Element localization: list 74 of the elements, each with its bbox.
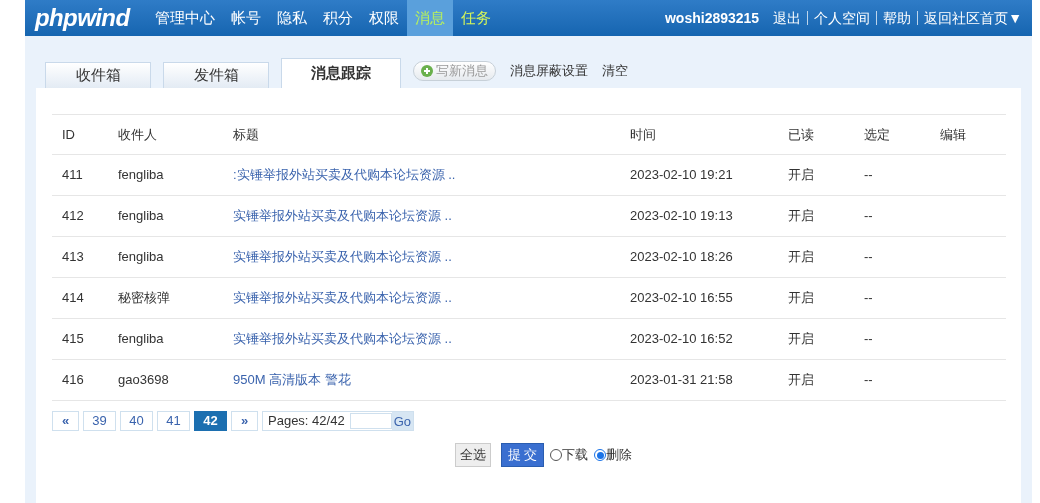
go-button[interactable]: Go bbox=[391, 412, 413, 430]
tab[interactable]: 消息跟踪 bbox=[281, 58, 401, 88]
table-cell: -- bbox=[854, 195, 930, 237]
table-cell: 413 bbox=[52, 236, 108, 278]
table-cell: 2023-02-10 16:55 bbox=[620, 277, 778, 319]
message-link[interactable]: 实锤举报外站买卖及代购本论坛资源 .. bbox=[233, 249, 452, 265]
tab-link[interactable]: 消息屏蔽设置 bbox=[510, 61, 588, 81]
page-button[interactable]: 41 bbox=[157, 411, 190, 431]
table-cell: fengliba bbox=[108, 154, 223, 196]
column-header: 时间 bbox=[620, 114, 778, 155]
column-header: ID bbox=[52, 114, 108, 155]
nav-link[interactable]: 帐号 bbox=[223, 0, 270, 36]
tab[interactable]: 收件箱 bbox=[45, 62, 151, 88]
page-button[interactable]: 40 bbox=[120, 411, 153, 431]
table-cell: 416 bbox=[52, 359, 108, 401]
table-cell: 开启 bbox=[778, 318, 854, 360]
submit-button[interactable]: 提 交 bbox=[500, 443, 545, 467]
page-button[interactable]: 42 bbox=[194, 411, 227, 431]
table-cell: 开启 bbox=[778, 154, 854, 196]
table-cell: 开启 bbox=[778, 236, 854, 278]
column-header: 编辑 bbox=[930, 114, 1006, 155]
column-header: 选定 bbox=[854, 114, 930, 155]
logo[interactable]: phpwind bbox=[35, 0, 130, 36]
table-cell: 414 bbox=[52, 277, 108, 319]
table-cell: 开启 bbox=[778, 277, 854, 319]
radio-option[interactable]: 下载 bbox=[550, 445, 589, 465]
table-cell: fengliba bbox=[108, 195, 223, 237]
tab[interactable]: 发件箱 bbox=[163, 62, 269, 88]
column-header: 已读 bbox=[778, 114, 854, 155]
header-link[interactable]: 退出 bbox=[773, 7, 802, 29]
column-header: 收件人 bbox=[108, 114, 223, 155]
header-link[interactable]: 返回社区首页▼ bbox=[924, 7, 1022, 29]
table-cell: 开启 bbox=[778, 195, 854, 237]
table-cell: 2023-01-31 21:58 bbox=[620, 359, 778, 401]
page-info: Pages: 42/42 bbox=[268, 412, 345, 431]
nav-link[interactable]: 权限 bbox=[361, 0, 408, 36]
table-cell: -- bbox=[854, 154, 930, 196]
table-cell: fengliba bbox=[108, 318, 223, 360]
table-cell: -- bbox=[854, 236, 930, 278]
table-cell: gao3698 bbox=[108, 359, 223, 401]
nav-link[interactable]: 管理中心 bbox=[147, 0, 224, 36]
header-link[interactable]: 个人空间 bbox=[814, 7, 871, 29]
message-link[interactable]: 实锤举报外站买卖及代购本论坛资源 .. bbox=[233, 208, 452, 224]
nav-link[interactable]: 隐私 bbox=[269, 0, 316, 36]
table-cell: -- bbox=[854, 277, 930, 319]
table-cell: 2023-02-10 18:26 bbox=[620, 236, 778, 278]
table-cell: 412 bbox=[52, 195, 108, 237]
message-link[interactable]: 实锤举报外站买卖及代购本论坛资源 .. bbox=[233, 331, 452, 347]
header-link[interactable]: 帮助 bbox=[883, 7, 912, 29]
page-button[interactable]: 39 bbox=[83, 411, 116, 431]
table-cell: 开启 bbox=[778, 359, 854, 401]
column-header: 标题 bbox=[223, 114, 620, 155]
plus-icon bbox=[421, 65, 433, 77]
nav-link[interactable]: 任务 bbox=[453, 0, 500, 36]
message-link[interactable]: :实锤举报外站买卖及代购本论坛资源 .. bbox=[233, 167, 456, 183]
table-cell: 2023-02-10 16:52 bbox=[620, 318, 778, 360]
tab-link[interactable]: 清空 bbox=[602, 61, 628, 81]
next-page-button[interactable]: » bbox=[231, 411, 258, 431]
page-input[interactable] bbox=[349, 413, 392, 429]
nav-link[interactable]: 积分 bbox=[315, 0, 362, 36]
table-cell: -- bbox=[854, 359, 930, 401]
table-cell: fengliba bbox=[108, 236, 223, 278]
first-page-button[interactable]: « bbox=[52, 411, 79, 431]
message-link[interactable]: 实锤举报外站买卖及代购本论坛资源 .. bbox=[233, 290, 452, 306]
radio-option[interactable]: 删除 bbox=[594, 445, 633, 465]
table-cell: 2023-02-10 19:21 bbox=[620, 154, 778, 196]
table-cell: 2023-02-10 19:13 bbox=[620, 195, 778, 237]
select-all-button[interactable]: 全选 bbox=[454, 443, 491, 467]
table-cell: 秘密核弹 bbox=[108, 277, 223, 319]
table-cell: 411 bbox=[52, 154, 108, 196]
message-link[interactable]: 950M 高清版本 警花 bbox=[233, 372, 351, 388]
table-cell: -- bbox=[854, 318, 930, 360]
username[interactable]: woshi2893215 bbox=[664, 7, 760, 29]
table-cell: 415 bbox=[52, 318, 108, 360]
